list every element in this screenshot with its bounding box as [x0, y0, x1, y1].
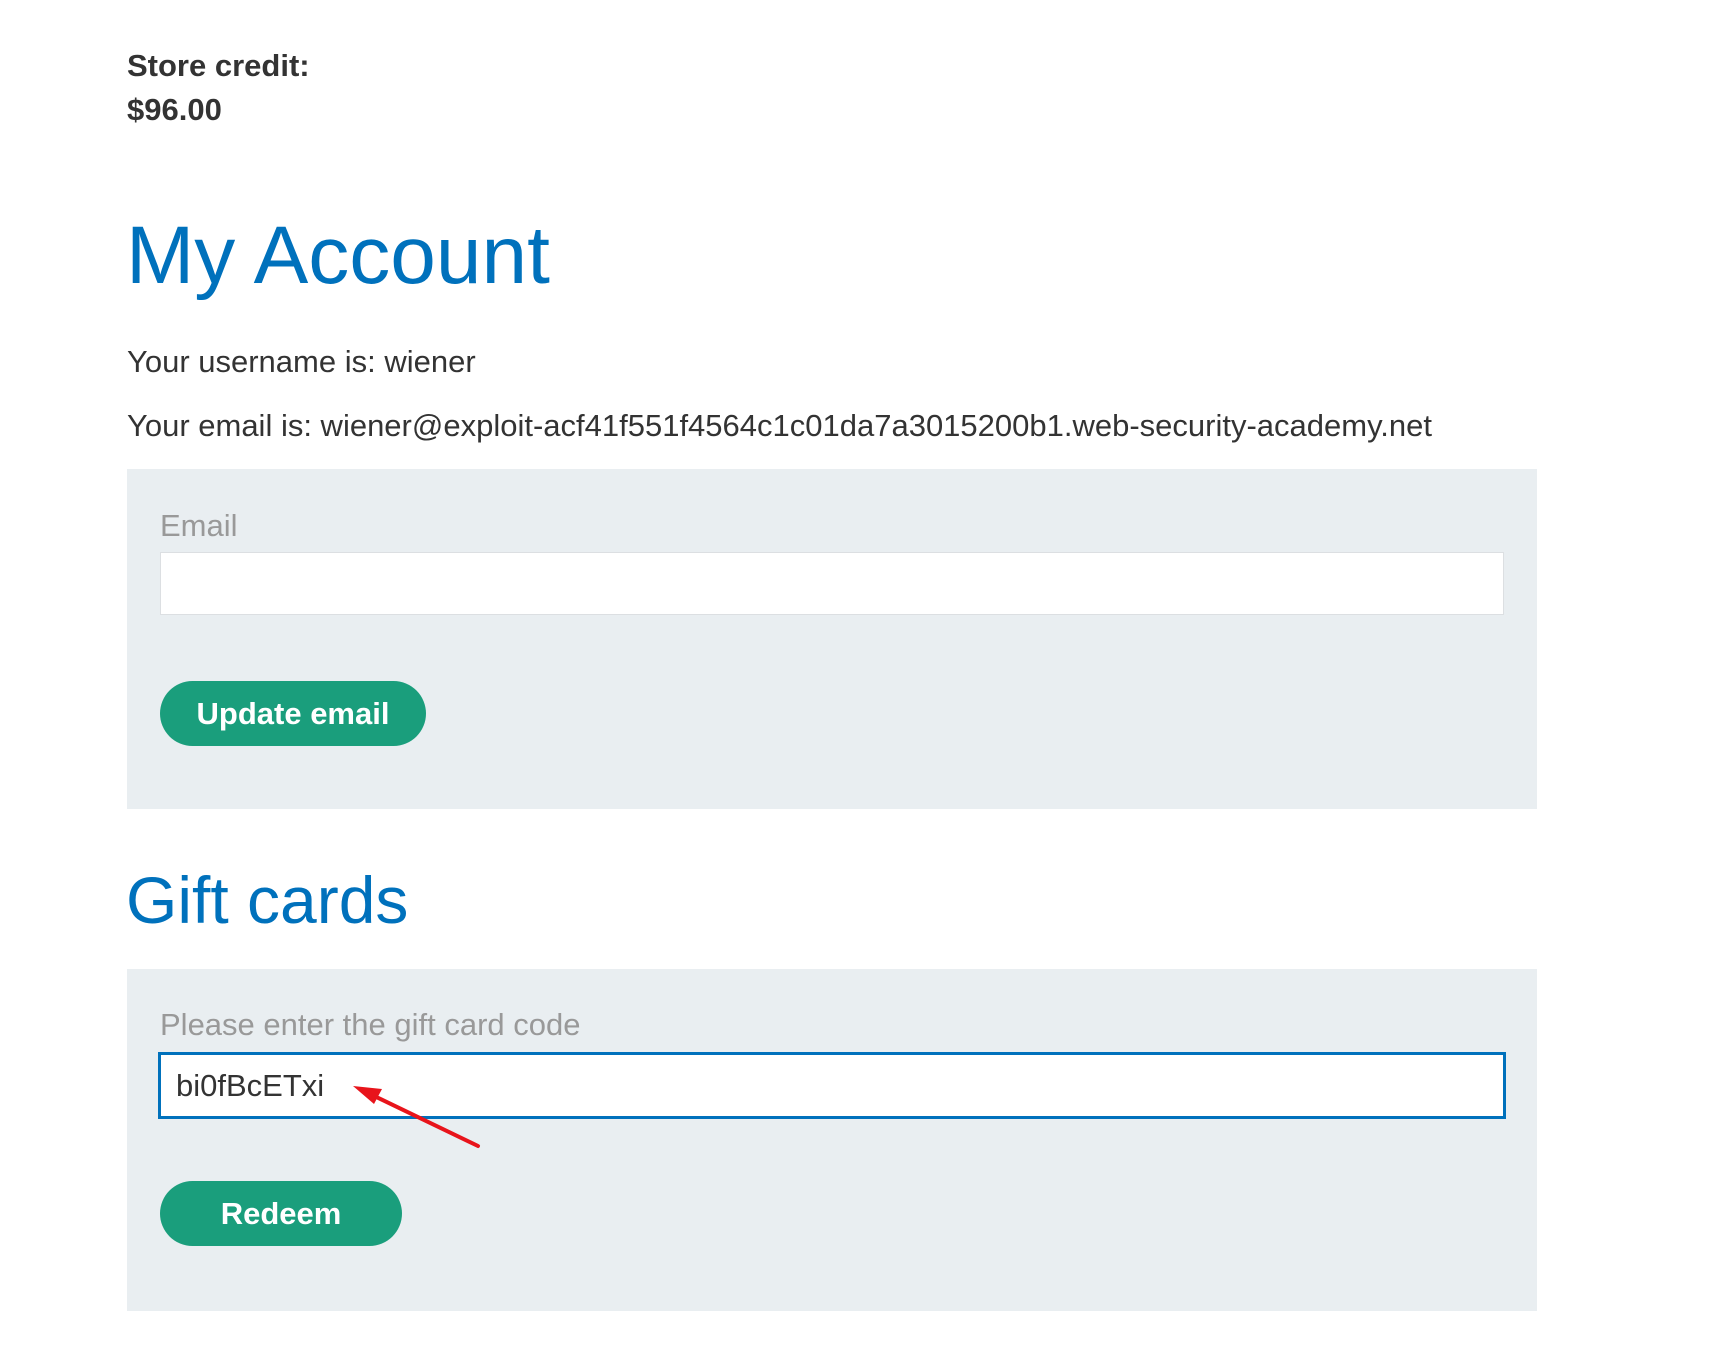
- page-title: My Account: [126, 210, 550, 301]
- gift-cards-heading: Gift cards: [126, 863, 409, 937]
- username-text: Your username is: wiener: [127, 344, 476, 379]
- store-credit-label: Store credit:: [127, 48, 310, 83]
- store-credit: Store credit: $96.00: [127, 44, 310, 132]
- email-text: Your email is: wiener@exploit-acf41f551f…: [127, 408, 1432, 443]
- gift-card-field-label: Please enter the gift card code: [160, 1007, 581, 1042]
- email-field[interactable]: [160, 552, 1504, 615]
- update-email-button[interactable]: Update email: [160, 681, 426, 746]
- gift-card-form: Please enter the gift card code Redeem: [127, 969, 1537, 1311]
- gift-card-code-input[interactable]: [158, 1052, 1506, 1119]
- change-email-form: Email Update email: [127, 469, 1537, 809]
- my-account-page: Store credit: $96.00 My Account Your use…: [0, 0, 1722, 1372]
- email-field-label: Email: [160, 508, 238, 543]
- store-credit-amount: $96.00: [127, 92, 222, 127]
- redeem-button[interactable]: Redeem: [160, 1181, 402, 1246]
